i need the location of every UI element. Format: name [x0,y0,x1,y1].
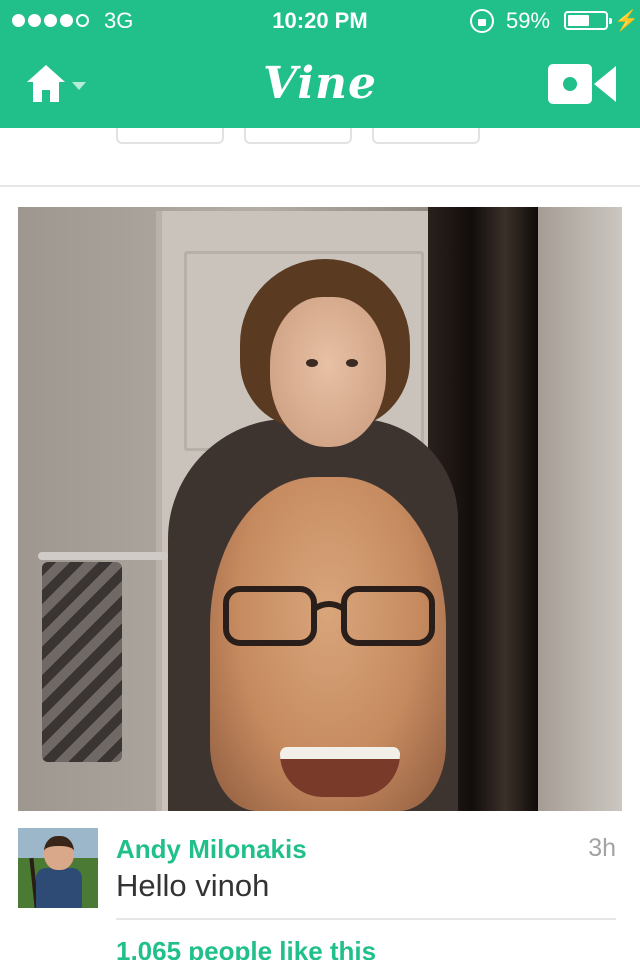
vine-logo: Vine [262,58,378,109]
charging-icon: ⚡ [614,10,639,32]
post-caption: Hello vinoh [116,868,270,903]
home-menu-button[interactable] [20,60,92,108]
nav-bar: Vine [0,40,640,128]
post-timestamp: 3h [588,834,616,862]
video-player[interactable] [18,207,622,811]
record-button[interactable] [546,62,620,106]
previous-post-actions [0,84,640,187]
avatar[interactable] [18,828,98,908]
chevron-down-icon [72,82,86,90]
app-header: 3G 10:20 PM 59% ⚡ Vine [0,0,640,128]
battery-percent: 59% [506,8,551,33]
status-bar: 3G 10:20 PM 59% ⚡ [0,0,640,40]
home-icon [27,65,65,102]
glasses-print [223,586,435,646]
username-link[interactable]: Andy Milonakis [116,834,307,865]
video-camera-icon [548,64,616,104]
divider [116,918,616,920]
battery-icon [564,11,612,30]
likes-count-link[interactable]: 1,065 people like this [116,936,376,960]
post-divider [0,185,640,187]
rotation-lock-icon [470,9,494,33]
post-meta: Andy Milonakis 3h Hello vinoh 1,065 peop… [0,828,640,960]
